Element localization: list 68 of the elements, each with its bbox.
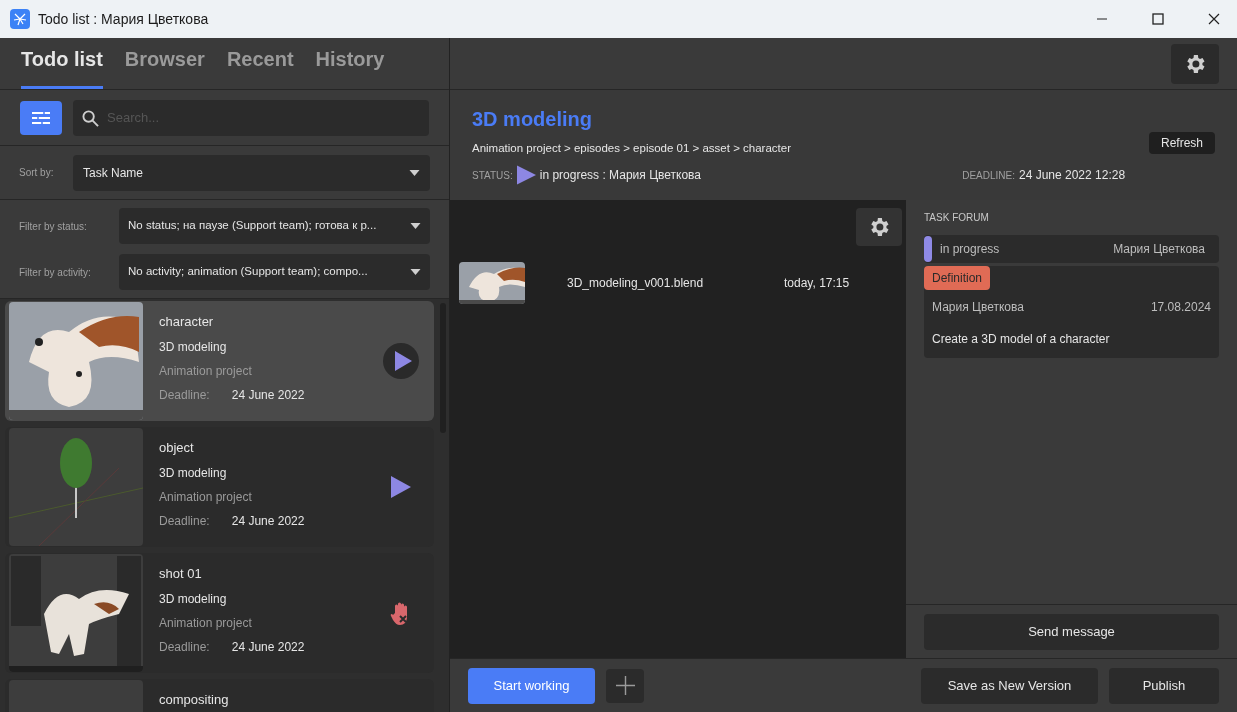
status-triangle-icon [516,165,536,186]
send-message-button[interactable]: Send message [924,613,1219,650]
window-title: Todo list : Мария Цветкова [38,9,209,29]
deadline-value: 24 June 2022 [231,513,305,530]
sliders-icon [32,109,50,126]
message-author: Мария Цветкова [932,299,1024,316]
save-version-button[interactable]: Save as New Version [921,667,1098,704]
status-bar-indicator [924,236,932,262]
search-icon [82,109,99,127]
task-type: 3D modeling [159,339,228,356]
project-name: Animation project [159,489,253,506]
task-entity: object [159,440,195,456]
task-entity: compositing [159,692,230,708]
app-logo-icon [10,9,30,29]
task-type: 3D modeling [159,465,228,482]
status-text: in progress : Мария Цветкова [539,167,701,185]
caret-icon [410,269,421,275]
refresh-button[interactable]: Refresh [1148,132,1215,154]
tab[interactable]: Recent [226,44,294,89]
filter-dropdown[interactable]: No activity; animation (Support team); compo... [119,254,430,290]
task-entity: character [159,314,215,330]
deadline-label: Deadline: [159,513,210,530]
deadline-label: DEADLINE: [962,168,1015,183]
play-button[interactable] [383,343,419,379]
forum-title: TASK FORUM [924,211,990,225]
publish-button[interactable]: Publish [1109,667,1219,704]
filter-settings-button[interactable] [20,100,62,135]
filter-dropdown[interactable]: No status; на паузе (Support team); готова к р... [119,208,430,244]
settings-button[interactable] [856,208,902,246]
start-working-button[interactable]: Start working [468,667,595,704]
status-author: Мария Цветкова [1113,241,1205,258]
breadcrumb-path: Animation project > episodes > episode 01 > asset > character [472,141,792,156]
filter-value: No status; на паузе (Support team); готова к р... [128,218,377,234]
deadline-value: 24 June 2022 12:28 [1018,167,1127,185]
task-title: 3D modeling [472,107,593,132]
filter-value: No activity; animation (Support team); compo... [128,264,368,280]
deadline-value: 24 June 2022 [231,387,305,404]
tab[interactable]: History [315,44,385,89]
sort-dropdown[interactable]: Task Name [73,154,430,191]
task-card[interactable]: character 3D modeling Animation project Deadline: 24 June 2022 [5,301,434,421]
message-tag: Definition [924,266,991,290]
task-type: 3D modeling [159,591,228,608]
message-text: Create a 3D model of a character [931,331,1111,348]
project-name: Animation project [159,363,253,380]
caret-icon [409,169,420,176]
sort-value: Task Name [83,164,144,182]
task-card[interactable]: object 3D modeling Animation project Deadline: 24 June 2022 [5,427,434,547]
tab[interactable]: Todo list [21,44,103,89]
caret-icon [410,223,421,229]
settings-button[interactable] [1171,43,1219,84]
status-label: in progress [940,241,1000,258]
deadline-label: Deadline: [159,639,210,656]
message-date: 17.08.2024 [1150,299,1211,316]
file-time: today, 17:15 [784,275,850,292]
filter-label: Filter by status: [19,219,88,234]
status-label: STATUS: [472,168,513,183]
tab[interactable]: Browser [124,44,205,89]
deadline-label: Deadline: [159,387,210,404]
sort-label: Sort by: [19,166,55,180]
file-name: 3D_modeling_v001.blend [567,275,705,292]
play-button[interactable] [391,476,411,498]
task-entity: shot 01 [159,566,203,582]
filter-label: Filter by activity: [19,265,92,280]
plus-icon [615,676,635,695]
deadline-value: 24 June 2022 [231,639,305,656]
add-button[interactable] [606,668,644,703]
project-name: Animation project [159,615,253,632]
task-card[interactable]: shot 01 3D modeling Animation project Deadline: 24 June 2022 [5,553,434,673]
